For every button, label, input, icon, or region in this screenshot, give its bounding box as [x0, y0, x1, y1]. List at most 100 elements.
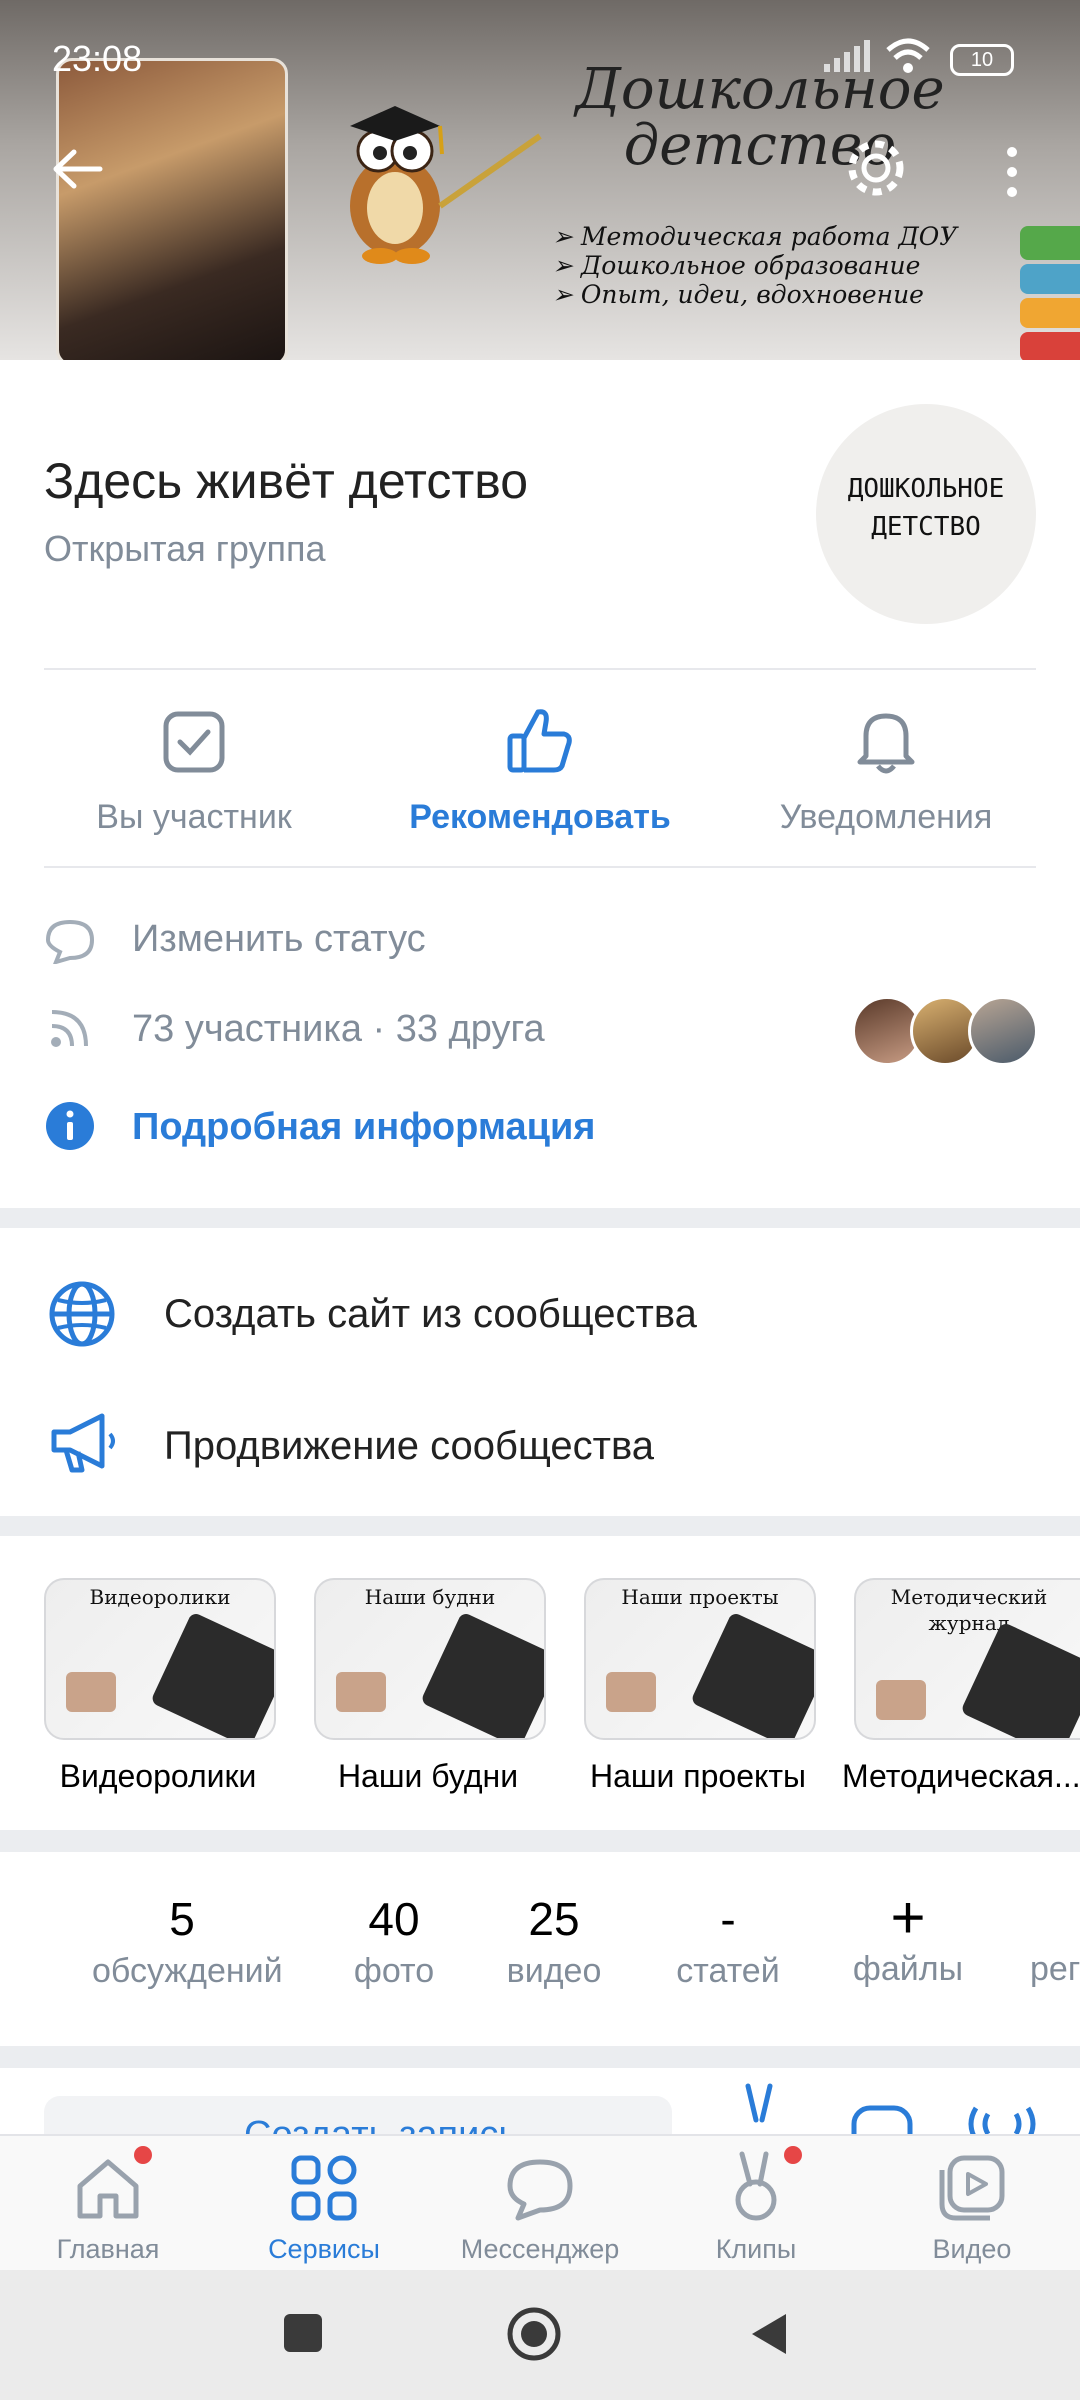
cup-image	[336, 1672, 386, 1712]
change-status-label: Изменить статус	[132, 918, 426, 960]
members-row[interactable]: 73 участника · 33 друга	[44, 994, 1038, 1066]
divider	[44, 668, 1036, 670]
battery-indicator: 10	[950, 44, 1014, 76]
promote-row[interactable]: Продвижение сообщества	[0, 1390, 1080, 1500]
laptop-image	[420, 1611, 544, 1738]
status-bar: 23:08 10	[0, 0, 1080, 110]
counter-label: рег	[1030, 1950, 1080, 1988]
notifications-button-label: Уведомления	[779, 798, 993, 836]
nav-services[interactable]: Сервисы	[216, 2136, 432, 2272]
album-label[interactable]: Методическая...	[842, 1758, 1080, 1795]
album-label[interactable]: Наши проекты	[568, 1758, 828, 1795]
community-links-card: Создать сайт из сообщества Продвижение с…	[0, 1228, 1080, 1516]
cover-bullet: ➢ Дошкольное образование	[552, 251, 921, 280]
photos-counter[interactable]: 40 фото	[304, 1892, 484, 1991]
avatar-text-line2: ДЕТСТВО	[871, 512, 981, 542]
counter-label: фото	[353, 1952, 435, 1990]
album-thumbnail[interactable]: Видеоролики	[44, 1578, 276, 1740]
create-post-button[interactable]: Создать запись	[44, 2096, 672, 2134]
album-label[interactable]: Видеоролики	[28, 1758, 288, 1795]
discussions-counter[interactable]: 5 обсуждений	[92, 1892, 283, 1991]
chat-bubble-icon	[507, 2159, 573, 2221]
nav-messenger[interactable]: Мессенджер	[432, 2136, 648, 2272]
details-link: Подробная информация	[132, 1106, 596, 1148]
live-icon[interactable]	[966, 2100, 1038, 2134]
group-avatar[interactable]: ДОШКОЛЬНОЕ ДЕТСТВО	[816, 404, 1036, 624]
camera-icon[interactable]	[850, 2104, 914, 2134]
album-label[interactable]: Наши будни	[298, 1758, 558, 1795]
counter-value: 5	[169, 1893, 195, 1945]
counter-label: видео	[506, 1952, 602, 1990]
group-header-card: Здесь живёт детство Открытая группа ДОШК…	[0, 360, 1080, 1208]
more-vertical-icon[interactable]	[1000, 144, 1024, 200]
counter-value: 25	[528, 1893, 580, 1945]
rss-icon	[51, 1010, 88, 1047]
album-caption: Видеоролики	[89, 1585, 231, 1609]
cup-image	[66, 1672, 116, 1712]
laptop-image	[960, 1621, 1080, 1738]
counter-value: 40	[368, 1893, 420, 1945]
notification-badge	[134, 2146, 152, 2164]
home-icon	[77, 2159, 139, 2219]
articles-counter[interactable]: - статей	[638, 1892, 818, 1991]
gear-icon[interactable]	[842, 134, 910, 202]
bell-icon	[857, 713, 915, 774]
books-illustration	[1020, 210, 1080, 360]
create-site-label: Создать сайт из сообщества	[164, 1292, 697, 1336]
more-counter[interactable]: рег	[1030, 1892, 1080, 1989]
video-icon	[939, 2155, 1005, 2221]
nav-label: Видео	[932, 2234, 1012, 2264]
notifications-button[interactable]: Уведомления	[736, 700, 1036, 850]
notification-badge	[784, 2146, 802, 2164]
change-status-row[interactable]: Изменить статус	[44, 908, 1036, 972]
post-bar: Создать запись	[0, 2068, 1080, 2134]
nav-clips[interactable]: Клипы	[648, 2136, 864, 2272]
album-thumbnail[interactable]: Наши проекты	[584, 1578, 816, 1740]
clips-icon[interactable]	[740, 2080, 780, 2134]
create-site-row[interactable]: Создать сайт из сообщества	[0, 1258, 1080, 1368]
group-type: Открытая группа	[44, 528, 326, 569]
cup-image	[876, 1680, 926, 1720]
album-caption: Наши будни	[364, 1585, 496, 1609]
laptop-image	[150, 1611, 274, 1738]
recents-button[interactable]	[284, 2314, 322, 2352]
recommend-button-label: Рекомендовать	[409, 798, 671, 836]
files-counter[interactable]: + файлы	[818, 1888, 998, 1989]
members-count: 73 участника · 33 друга	[132, 1008, 545, 1050]
friends-avatars[interactable]	[852, 994, 1038, 1066]
system-navigation-bar	[0, 2270, 1080, 2400]
counter-label: статей	[676, 1952, 780, 1990]
member-button[interactable]: Вы участник	[44, 700, 344, 850]
videos-counter[interactable]: 25 видео	[464, 1892, 644, 1991]
info-icon	[46, 1102, 94, 1150]
avatar-text-line1: ДОШКОЛЬНОЕ	[847, 474, 1005, 504]
album-thumbnail[interactable]: Методический журнал	[854, 1578, 1080, 1740]
cover-bullets: ➢ Методическая работа ДОУ ➢ Дошкольное о…	[552, 222, 957, 309]
owl-illustration	[350, 106, 542, 264]
megaphone-icon	[51, 1413, 115, 1473]
home-button[interactable]	[506, 2306, 562, 2362]
globe-icon	[49, 1281, 115, 1347]
arrow-left-icon[interactable]	[48, 148, 108, 190]
recommend-button[interactable]: Рекомендовать	[390, 700, 690, 850]
nav-label: Главная	[56, 2234, 160, 2264]
wifi-icon	[886, 38, 930, 73]
clips-icon	[735, 2151, 777, 2221]
nav-label: Клипы	[715, 2234, 797, 2264]
create-post-label: Создать запись	[244, 2114, 518, 2134]
promote-label: Продвижение сообщества	[164, 1424, 655, 1468]
cover-bullet: ➢ Методическая работа ДОУ	[552, 222, 958, 251]
counter-label: файлы	[852, 1950, 964, 1988]
bottom-navigation: Главная Сервисы Мессенджер Клипы Видео	[0, 2134, 1080, 2272]
details-row[interactable]: Подробная информация	[44, 1092, 1036, 1162]
album-thumbnail[interactable]: Наши будни	[314, 1578, 546, 1740]
status-time: 23:08	[52, 38, 143, 79]
counter-value: -	[720, 1893, 736, 1945]
back-button[interactable]	[748, 2310, 790, 2358]
nav-home[interactable]: Главная	[0, 2136, 216, 2272]
cover-bullet: ➢ Опыт, идеи, вдохновение	[552, 280, 924, 309]
counter-label: обсуждений	[92, 1952, 283, 1990]
album-caption: Методический журнал	[890, 1585, 1048, 1635]
nav-video[interactable]: Видео	[864, 2136, 1080, 2272]
battery-level: 10	[970, 49, 994, 71]
